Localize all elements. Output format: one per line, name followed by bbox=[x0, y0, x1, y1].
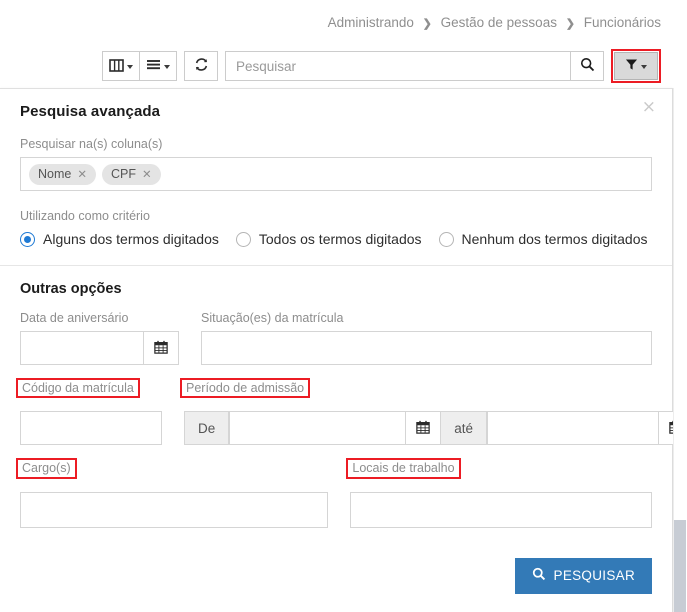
columns-field-section: Pesquisar na(s) coluna(s) Nome ✕ CPF ✕ bbox=[0, 136, 672, 191]
tag-nome[interactable]: Nome ✕ bbox=[29, 163, 96, 185]
search-icon bbox=[532, 567, 546, 584]
chevron-down-icon bbox=[127, 65, 133, 69]
admission-to-addon: até bbox=[440, 411, 488, 446]
other-options-section: Outras opções bbox=[0, 281, 672, 297]
panel-header: Pesquisa avançada × bbox=[0, 89, 672, 121]
enrollment-status-input[interactable] bbox=[201, 331, 652, 365]
search-icon bbox=[580, 57, 595, 75]
columns-button[interactable] bbox=[102, 51, 140, 81]
roles-field: Cargo(s) bbox=[16, 458, 329, 528]
birthday-calendar-button[interactable] bbox=[143, 331, 179, 365]
breadcrumb-separator-icon: ❯ bbox=[565, 17, 575, 30]
radio-todos-os-termos[interactable]: Todos os termos digitados bbox=[235, 231, 422, 247]
enrollment-code-input[interactable] bbox=[20, 411, 162, 446]
search-submit-label: PESQUISAR bbox=[553, 568, 635, 584]
refresh-button[interactable] bbox=[184, 51, 218, 81]
radio-label: Nenhum dos termos digitados bbox=[461, 231, 648, 247]
admission-period-label: Período de admissão bbox=[180, 378, 311, 399]
breadcrumb-item-funcionarios[interactable]: Funcionários bbox=[584, 15, 661, 30]
columns-field-label: Pesquisar na(s) coluna(s) bbox=[20, 137, 163, 151]
filter-icon bbox=[625, 58, 638, 74]
birthday-input-group bbox=[20, 331, 179, 365]
breadcrumb-separator-icon: ❯ bbox=[422, 17, 432, 30]
admission-from-addon: De bbox=[184, 411, 230, 446]
other-options-title: Outras opções bbox=[20, 281, 122, 297]
admission-to-input[interactable] bbox=[487, 411, 659, 446]
roles-input[interactable] bbox=[20, 491, 329, 528]
search-submit-button-primary[interactable]: PESQUISAR bbox=[514, 557, 652, 594]
app-root: Administrando ❯ Gestão de pessoas ❯ Func… bbox=[0, 0, 687, 612]
submit-row: PESQUISAR bbox=[0, 557, 672, 594]
tag-remove-icon[interactable]: ✕ bbox=[142, 167, 152, 181]
list-icon bbox=[146, 58, 161, 74]
columns-icon bbox=[109, 58, 124, 75]
tag-label: Nome bbox=[38, 167, 72, 181]
workplaces-label: Locais de trabalho bbox=[346, 458, 461, 479]
tag-label: CPF bbox=[110, 167, 136, 181]
radio-label: Todos os termos digitados bbox=[258, 231, 422, 247]
advanced-search-panel: Pesquisa avançada × Pesquisar na(s) colu… bbox=[0, 88, 687, 612]
breadcrumb-bar: Administrando ❯ Gestão de pessoas ❯ Func… bbox=[0, 0, 673, 44]
radio-icon-selected[interactable] bbox=[20, 231, 35, 247]
birthday-field: Data de aniversário bbox=[20, 311, 179, 365]
admission-period-input-group: De até bbox=[184, 411, 687, 446]
birthday-label: Data de aniversário bbox=[20, 311, 129, 325]
filter-button-highlight bbox=[611, 49, 661, 83]
enrollment-code-label: Código da matrícula bbox=[16, 378, 140, 399]
radio-alguns-dos-termos[interactable]: Alguns dos termos digitados bbox=[20, 231, 219, 247]
search-input[interactable] bbox=[225, 51, 570, 81]
criteria-radio-group: Alguns dos termos digitados Todos os ter… bbox=[20, 231, 652, 247]
form-row-2: Código da matrícula Período de admissão … bbox=[0, 378, 687, 446]
calendar-icon bbox=[416, 420, 431, 437]
enrollment-code-field: Código da matrícula bbox=[16, 378, 162, 446]
chevron-down-icon bbox=[641, 65, 647, 69]
radio-label: Alguns dos termos digitados bbox=[43, 231, 219, 247]
search-submit-button[interactable] bbox=[570, 51, 604, 81]
tag-remove-icon[interactable]: ✕ bbox=[77, 167, 87, 181]
toolbar-view-group bbox=[102, 51, 177, 81]
criteria-label: Utilizando como critério bbox=[20, 209, 150, 223]
advanced-filter-button[interactable] bbox=[614, 52, 658, 80]
radio-icon[interactable] bbox=[438, 231, 454, 247]
radio-icon[interactable] bbox=[235, 231, 251, 247]
criteria-section: Utilizando como critério Alguns dos term… bbox=[0, 208, 672, 247]
admission-period-field: Período de admissão De até bbox=[180, 378, 687, 446]
close-icon[interactable]: × bbox=[642, 99, 656, 116]
workplaces-field: Locais de trabalho bbox=[346, 458, 652, 528]
scrollbar-thumb[interactable] bbox=[674, 520, 686, 612]
workplaces-input[interactable] bbox=[350, 491, 652, 528]
panel-title: Pesquisa avançada bbox=[20, 103, 161, 120]
calendar-icon bbox=[154, 340, 168, 357]
admission-from-calendar-button[interactable] bbox=[405, 411, 442, 446]
breadcrumb-item-administrando[interactable]: Administrando bbox=[328, 15, 414, 30]
tag-cpf[interactable]: CPF ✕ bbox=[101, 163, 161, 185]
refresh-icon bbox=[194, 57, 209, 75]
admission-from-input[interactable] bbox=[229, 411, 406, 446]
chevron-down-icon bbox=[164, 65, 170, 69]
vertical-scrollbar[interactable] bbox=[673, 88, 687, 612]
roles-label: Cargo(s) bbox=[16, 458, 77, 479]
enrollment-status-label: Situação(es) da matrícula bbox=[201, 311, 344, 325]
list-button[interactable] bbox=[139, 51, 177, 81]
breadcrumb-item-gestao-de-pessoas[interactable]: Gestão de pessoas bbox=[441, 15, 557, 30]
birthday-input[interactable] bbox=[20, 331, 143, 365]
form-row-3: Cargo(s) Locais de trabalho bbox=[0, 458, 672, 528]
toolbar bbox=[0, 44, 673, 88]
radio-nenhum-dos-termos[interactable]: Nenhum dos termos digitados bbox=[438, 231, 648, 247]
breadcrumb: Administrando ❯ Gestão de pessoas ❯ Func… bbox=[328, 15, 661, 30]
form-row-1: Data de aniversário Situação(es) da matr… bbox=[0, 311, 672, 365]
columns-tags-input[interactable]: Nome ✕ CPF ✕ bbox=[20, 157, 652, 191]
section-divider bbox=[0, 265, 672, 266]
toolbar-search-group bbox=[225, 51, 604, 81]
enrollment-status-field: Situação(es) da matrícula bbox=[201, 311, 652, 365]
